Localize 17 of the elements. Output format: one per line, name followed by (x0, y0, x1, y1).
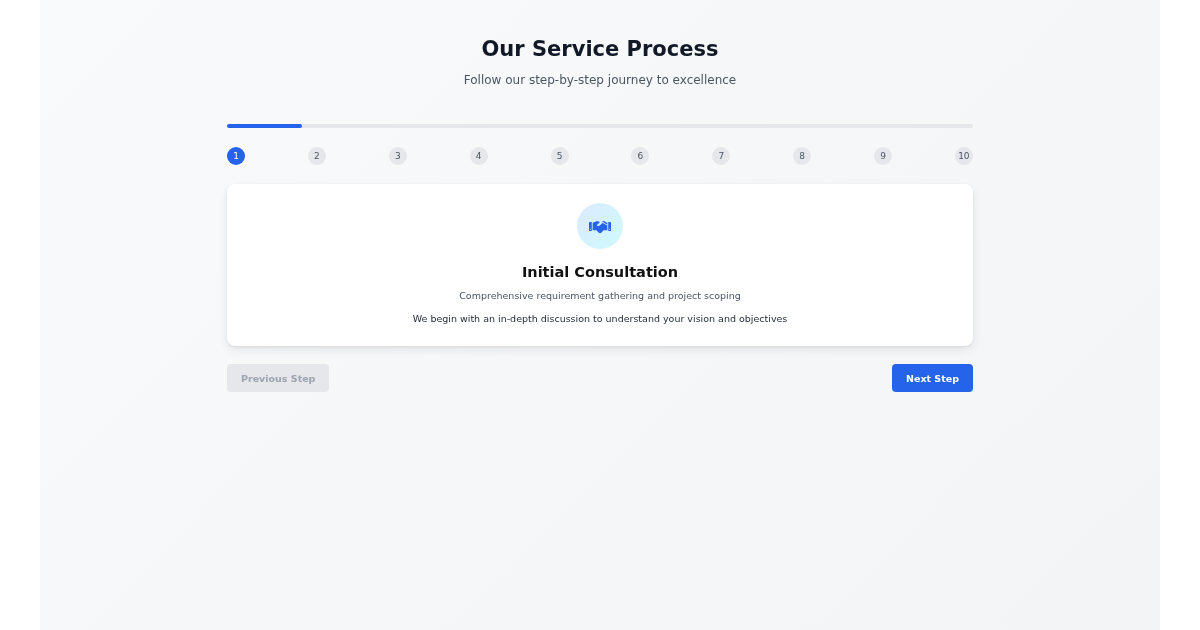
step-indicator[interactable]: 9 (874, 147, 892, 165)
step-indicator[interactable]: 5 (550, 147, 569, 165)
handshake-icon (577, 203, 623, 249)
step-indicator[interactable]: 10 (954, 147, 973, 165)
page-subtitle: Follow our step-by-step journey to excellence (463, 72, 737, 89)
step-indicator[interactable]: 6 (631, 147, 650, 165)
step-indicator[interactable]: 4 (469, 147, 488, 165)
page-title: Our Service Process (481, 36, 719, 63)
step-description: We begin with an in-depth discussion to understand your vision and objectives (412, 312, 788, 326)
step-indicator[interactable]: 3 (388, 147, 407, 165)
step-title: Initial Consultation (521, 263, 679, 281)
step-indicator[interactable]: 8 (793, 147, 812, 165)
step-summary: Comprehensive requirement gathering and project scoping (459, 289, 741, 303)
step-indicator[interactable]: 2 (307, 147, 326, 165)
step-indicator[interactable]: 1 (227, 147, 245, 165)
step-indicator[interactable]: 7 (712, 147, 731, 165)
next-button[interactable]: Next Step (892, 364, 973, 392)
